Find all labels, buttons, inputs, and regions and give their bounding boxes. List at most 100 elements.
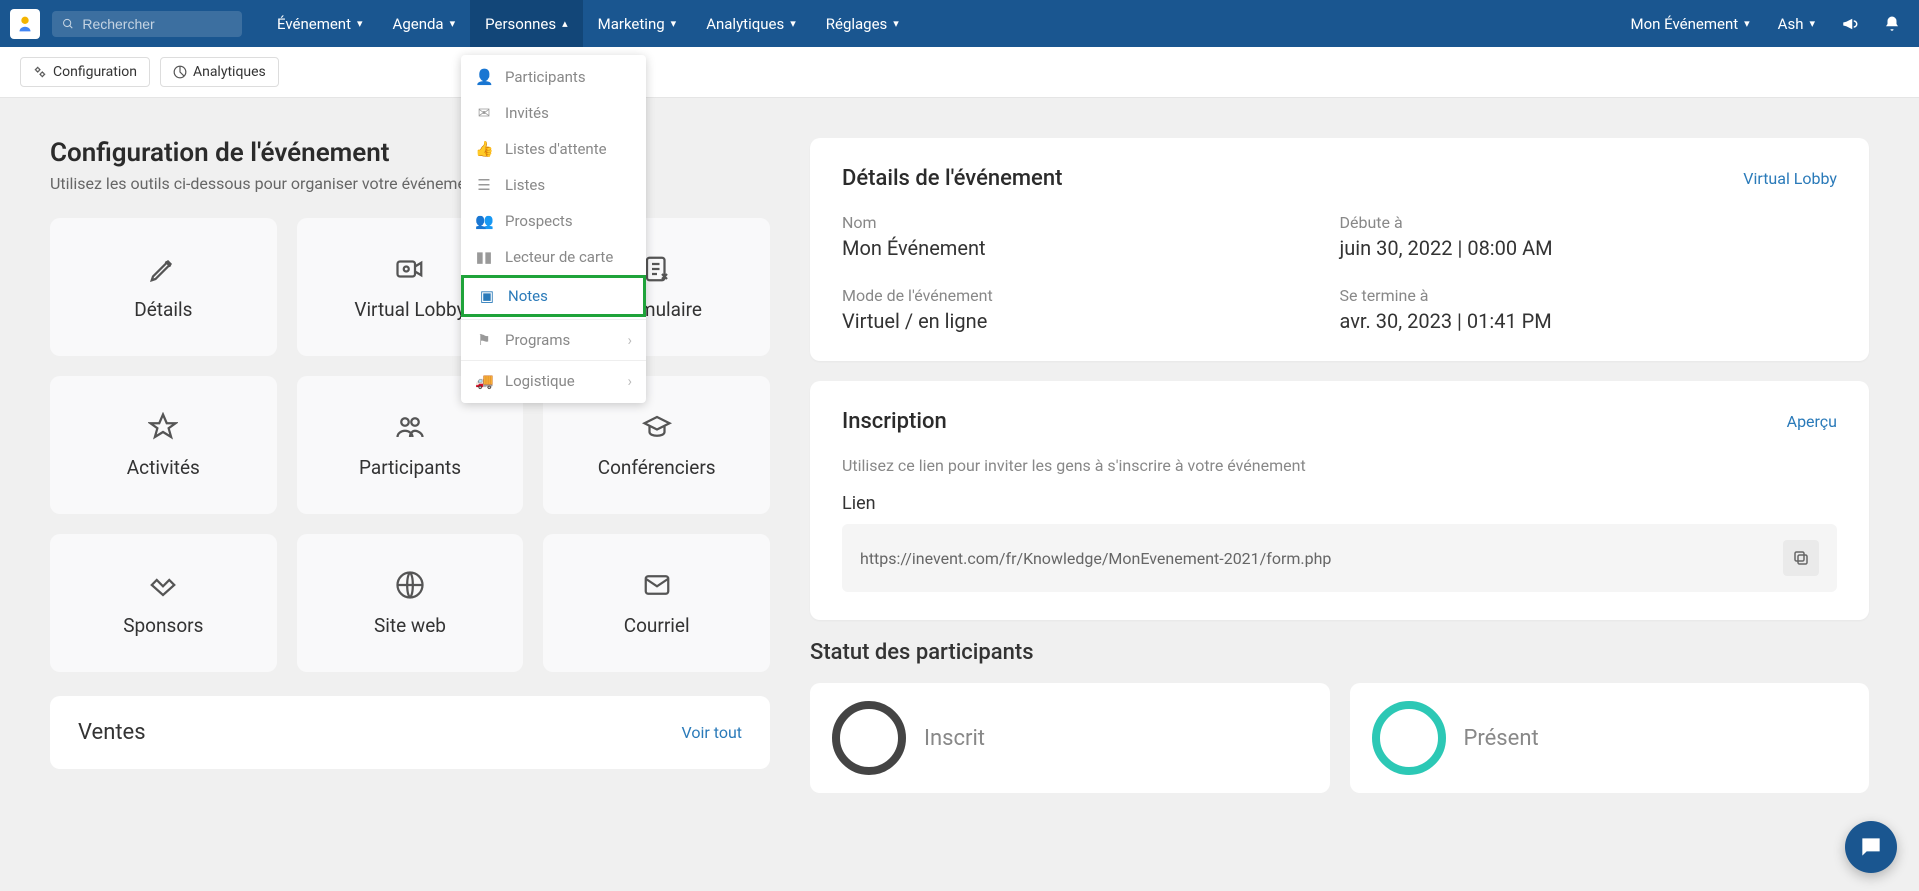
search-input[interactable] xyxy=(82,16,232,32)
camera-icon xyxy=(393,254,427,284)
virtual-lobby-link[interactable]: Virtual Lobby xyxy=(1743,169,1837,188)
card-icon: ▮▮ xyxy=(475,248,493,266)
sales-card: Ventes Voir tout xyxy=(50,696,770,769)
form-icon xyxy=(642,254,672,284)
dd-invites[interactable]: ✉ Invités xyxy=(461,95,646,131)
chevron-down-icon: ▾ xyxy=(357,17,363,30)
registration-subtitle: Utilisez ce lien pour inviter les gens à… xyxy=(842,456,1837,475)
dd-waitlist[interactable]: 👍Listes d'attente xyxy=(461,131,646,167)
left-column: Configuration de l'événement Utilisez le… xyxy=(50,138,770,793)
tile-courriel[interactable]: Courriel xyxy=(543,534,770,672)
user-name: Ash xyxy=(1778,15,1804,33)
dd-label: Programs xyxy=(505,331,570,349)
announce-button[interactable] xyxy=(1833,7,1867,41)
tile-sponsors[interactable]: Sponsors xyxy=(50,534,277,672)
people-icon xyxy=(393,412,427,442)
event-switcher[interactable]: Mon Événement▾ xyxy=(1620,15,1759,33)
topbar-right: Mon Événement▾ Ash▾ xyxy=(1620,7,1909,41)
tile-label: Activités xyxy=(127,456,200,479)
status-inscrit: Inscrit xyxy=(810,683,1330,793)
tile-activites[interactable]: Activités xyxy=(50,376,277,514)
dd-label: Lecteur de carte xyxy=(505,248,613,266)
copy-button[interactable] xyxy=(1783,540,1819,576)
link-box: https://inevent.com/fr/Knowledge/MonEven… xyxy=(842,524,1837,592)
note-icon: ▣ xyxy=(478,287,496,305)
status-title: Statut des participants xyxy=(810,640,1869,665)
dd-label: Logistique xyxy=(505,372,575,390)
nav-marketing[interactable]: Marketing▾ xyxy=(583,0,692,47)
right-column: Détails de l'événement Virtual Lobby Nom… xyxy=(810,138,1869,793)
thumbs-up-icon: 👍 xyxy=(475,140,493,158)
dd-card-reader[interactable]: ▮▮ Lecteur de carte xyxy=(461,239,646,275)
tile-label: Sponsors xyxy=(123,614,203,637)
search-box[interactable] xyxy=(52,11,242,37)
dd-label: Notes xyxy=(508,287,548,305)
tile-grid: Détails Virtual Lobby Formulaire Activit… xyxy=(50,218,770,672)
donut-inscrit xyxy=(832,701,906,775)
tile-label: Virtual Lobby xyxy=(354,298,465,321)
start-value: juin 30, 2022 | 08:00 AM xyxy=(1340,236,1838,260)
pencil-icon xyxy=(148,254,178,284)
subbar-configuration[interactable]: Configuration xyxy=(20,57,150,87)
tile-label: Détails xyxy=(134,298,192,321)
event-name: Mon Événement xyxy=(1630,15,1738,33)
nav-agenda[interactable]: Agenda▾ xyxy=(378,0,471,47)
dd-label: Invités xyxy=(505,104,549,122)
subbar-label: Configuration xyxy=(53,64,137,80)
mode-label: Mode de l'événement xyxy=(842,286,1340,305)
dd-separator xyxy=(461,360,646,361)
sales-title: Ventes xyxy=(78,720,146,745)
tile-label: Conférenciers xyxy=(598,456,716,479)
inscrit-label: Inscrit xyxy=(924,726,985,751)
star-icon xyxy=(148,412,178,442)
grad-icon xyxy=(640,412,674,442)
user-menu[interactable]: Ash▾ xyxy=(1768,15,1825,33)
start-label: Débute à xyxy=(1340,213,1838,232)
pie-icon xyxy=(173,65,187,79)
link-label: Lien xyxy=(842,493,1837,514)
chevron-right-icon: › xyxy=(627,331,632,349)
dd-notes[interactable]: ▣ Notes xyxy=(461,275,646,317)
dd-participants[interactable]: 👤Participants xyxy=(461,59,646,95)
dd-label: Prospects xyxy=(505,212,573,230)
nav-event[interactable]: Événement▾ xyxy=(262,0,378,47)
envelope-icon: ✉ xyxy=(475,104,493,122)
config-title: Configuration de l'événement xyxy=(50,138,770,168)
personnes-dropdown: 👤Participants ✉ Invités 👍Listes d'attente… xyxy=(461,55,646,403)
app-logo[interactable] xyxy=(10,9,40,39)
chevron-up-icon: ▴ xyxy=(562,17,568,30)
dd-label: Listes xyxy=(505,176,545,194)
topbar: Événement▾ Agenda▾ Personnes ▴ Marketing▾… xyxy=(0,0,1919,47)
end-label: Se termine à xyxy=(1340,286,1838,305)
dd-logistique[interactable]: 🚚Logistique› xyxy=(461,363,646,399)
view-all-link[interactable]: Voir tout xyxy=(682,723,743,742)
registration-card: Inscription Aperçu Utilisez ce lien pour… xyxy=(810,381,1869,620)
dd-prospects[interactable]: 👥Prospects xyxy=(461,203,646,239)
registration-url: https://inevent.com/fr/Knowledge/MonEven… xyxy=(860,549,1331,568)
chevron-down-icon: ▾ xyxy=(893,17,899,30)
donut-present xyxy=(1372,701,1446,775)
nav-reglages[interactable]: Réglages▾ xyxy=(811,0,914,47)
tile-details[interactable]: Détails xyxy=(50,218,277,356)
mail-icon xyxy=(641,570,673,600)
tile-label: Site web xyxy=(374,614,446,637)
name-value: Mon Événement xyxy=(842,236,1340,260)
megaphone-icon xyxy=(1841,15,1859,33)
chat-button[interactable] xyxy=(1845,821,1897,873)
chevron-right-icon: › xyxy=(627,372,632,390)
notifications-button[interactable] xyxy=(1875,7,1909,41)
apercu-link[interactable]: Aperçu xyxy=(1787,412,1837,431)
nav-analytiques[interactable]: Analytiques▾ xyxy=(691,0,811,47)
subbar-analytiques[interactable]: Analytiques xyxy=(160,57,279,87)
mode-value: Virtuel / en ligne xyxy=(842,309,1340,333)
dd-label: Participants xyxy=(505,68,586,86)
chat-icon xyxy=(1858,834,1884,860)
dd-programs[interactable]: ⚑Programs› xyxy=(461,322,646,358)
dd-lists[interactable]: ☰Listes xyxy=(461,167,646,203)
details-card: Détails de l'événement Virtual Lobby Nom… xyxy=(810,138,1869,361)
nav-label: Personnes xyxy=(485,15,556,33)
tile-siteweb[interactable]: Site web xyxy=(297,534,524,672)
subbar: Configuration Analytiques xyxy=(0,47,1919,98)
config-subtitle: Utilisez les outils ci-dessous pour orga… xyxy=(50,174,770,193)
nav-personnes[interactable]: Personnes ▴ xyxy=(470,0,583,47)
